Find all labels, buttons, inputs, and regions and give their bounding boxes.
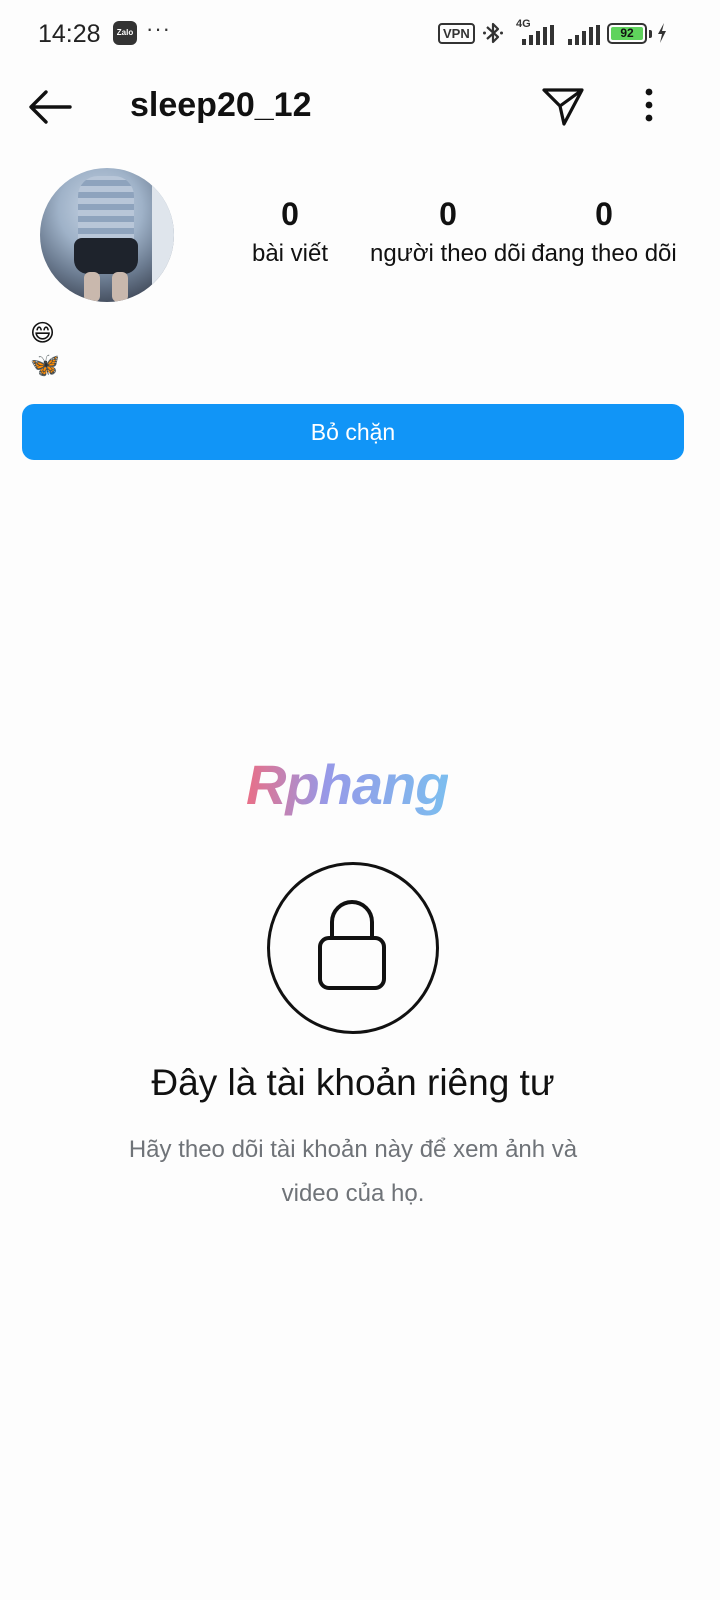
more-notifications-icon: ··· (146, 16, 171, 41)
stat-following[interactable]: 0 đang theo dõi (524, 196, 684, 268)
status-bar: 14:28 Zalo ··· VPN 4G 92 (0, 0, 720, 66)
back-arrow-icon[interactable] (26, 86, 74, 128)
vpn-icon: VPN (438, 23, 475, 44)
avatar-figure-shorts (74, 238, 138, 274)
avatar-bg-wall (152, 168, 174, 302)
profile-bio: 😄 🦋 (30, 318, 60, 382)
battery-level: 92 (611, 27, 643, 40)
followers-label: người theo dõi (370, 240, 526, 267)
posts-count: 0 (281, 196, 299, 232)
avatar[interactable] (40, 168, 174, 302)
followers-count: 0 (439, 196, 457, 232)
more-vertical-icon[interactable] (630, 84, 668, 130)
charging-icon (658, 23, 666, 43)
avatar-figure-top (78, 176, 134, 246)
watermark-logo: Rphang (246, 753, 449, 816)
profile-header: sleep20_12 (0, 66, 720, 146)
battery-icon: 92 (607, 23, 647, 44)
private-account-description: Hãy theo dõi tài khoản này để xem ảnh và… (128, 1136, 578, 1207)
private-account-title: Đây là tài khoản riêng tư (151, 1062, 555, 1103)
username-title: sleep20_12 (130, 86, 312, 124)
send-icon[interactable] (540, 84, 586, 130)
bio-line-1: 😄 (30, 320, 56, 347)
following-count: 0 (595, 196, 613, 232)
lock-icon (318, 900, 386, 990)
signal-icon (522, 25, 554, 45)
signal-icon-2 (568, 25, 600, 45)
avatar-figure-leg-left (84, 272, 100, 302)
bio-line-2: 🦋 (30, 352, 60, 379)
posts-label: bài viết (251, 240, 329, 267)
following-label: đang theo dõi (531, 240, 677, 267)
zalo-notification-icon: Zalo (113, 21, 137, 45)
unblock-button[interactable]: Bỏ chặn (22, 404, 684, 460)
stat-posts[interactable]: 0 bài viết (210, 196, 370, 268)
bluetooth-icon (483, 22, 503, 44)
avatar-figure-leg-right (112, 272, 128, 302)
status-time: 14:28 (38, 20, 101, 48)
battery-cap (649, 30, 652, 38)
stat-followers[interactable]: 0 người theo dõi (368, 196, 528, 268)
